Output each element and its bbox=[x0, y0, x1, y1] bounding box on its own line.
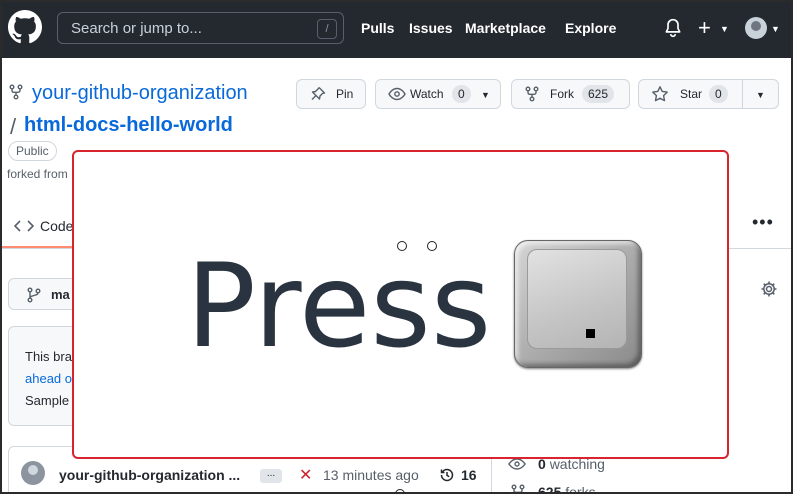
code-icon bbox=[14, 220, 34, 232]
branch-icon bbox=[27, 287, 41, 303]
watch-caret-icon: ▼ bbox=[481, 90, 490, 100]
repo-forked-icon bbox=[9, 84, 23, 100]
pin-label: Pin bbox=[336, 87, 354, 101]
tab-code[interactable]: Code bbox=[40, 218, 73, 234]
history-icon bbox=[440, 468, 454, 482]
commit-message-expand-button[interactable]: ... bbox=[260, 469, 282, 483]
notifications-bell-icon[interactable] bbox=[664, 18, 682, 38]
user-avatar[interactable] bbox=[745, 17, 767, 39]
watch-label: Watch bbox=[410, 87, 444, 101]
press-text: Press bbox=[186, 239, 492, 374]
repo-path-separator: / bbox=[10, 114, 17, 139]
commit-author-avatar[interactable] bbox=[21, 461, 45, 485]
indicator-circle bbox=[427, 241, 437, 251]
create-caret-icon[interactable]: ▼ bbox=[720, 24, 729, 34]
fork-counter: 625 bbox=[582, 85, 615, 103]
check-failed-icon[interactable]: ✕ bbox=[299, 465, 312, 485]
pin-button[interactable]: Pin bbox=[296, 79, 366, 109]
nav-explore[interactable]: Explore bbox=[565, 20, 616, 36]
period-key-glyph bbox=[586, 329, 595, 338]
more-tabs-icon[interactable]: ••• bbox=[752, 212, 774, 233]
search-input[interactable]: Search or jump to... / bbox=[57, 12, 344, 44]
top-header: Search or jump to... / Pulls Issues Mark… bbox=[2, 2, 791, 58]
user-menu-caret-icon[interactable]: ▼ bbox=[771, 24, 780, 34]
create-new-plus-icon[interactable]: + bbox=[698, 14, 711, 42]
visibility-badge: Public bbox=[8, 141, 57, 161]
browser-frame: Search or jump to... / Pulls Issues Mark… bbox=[0, 0, 793, 494]
forks-stat[interactable]: 625 forks bbox=[538, 484, 596, 494]
watch-button[interactable]: Watch 0 ▼ bbox=[375, 79, 501, 109]
star-label: Star bbox=[680, 87, 703, 101]
repo-owner-link[interactable]: your-github-organization bbox=[32, 82, 248, 105]
indicator-circle bbox=[397, 241, 407, 251]
commit-author[interactable]: your-github-organization ... bbox=[59, 467, 240, 483]
star-button[interactable]: Star 0 ▼ bbox=[638, 79, 779, 109]
keypress-overlay: Press bbox=[72, 150, 729, 459]
search-placeholder: Search or jump to... bbox=[71, 20, 202, 37]
fork-icon bbox=[525, 86, 539, 102]
commit-time[interactable]: 13 minutes ago bbox=[323, 467, 419, 483]
cursor-indicator bbox=[395, 489, 405, 492]
watching-eye-icon bbox=[508, 458, 526, 470]
star-divider bbox=[742, 80, 743, 108]
forks-count: 625 bbox=[538, 484, 562, 494]
forks-label: forks bbox=[565, 484, 596, 494]
branch-select-button[interactable]: ma bbox=[8, 278, 78, 310]
nav-pulls[interactable]: Pulls bbox=[361, 20, 394, 36]
watch-counter: 0 bbox=[452, 85, 471, 103]
key-face bbox=[527, 249, 627, 349]
github-logo-icon[interactable] bbox=[8, 10, 42, 44]
branch-name: ma bbox=[51, 287, 70, 302]
fork-label: Fork bbox=[550, 87, 574, 101]
fork-button[interactable]: Fork 625 bbox=[511, 79, 630, 109]
forks-icon bbox=[511, 484, 525, 492]
ahead-link[interactable]: ahead o bbox=[25, 371, 72, 386]
nav-issues[interactable]: Issues bbox=[409, 20, 453, 36]
commit-count[interactable]: 16 bbox=[461, 467, 477, 483]
description-line: Sample bbox=[25, 393, 70, 408]
branch-status-line: This bra bbox=[25, 349, 72, 364]
star-icon bbox=[652, 86, 668, 102]
settings-gear-icon[interactable] bbox=[760, 280, 778, 298]
forked-from-text: forked from bbox=[7, 167, 68, 181]
eye-icon bbox=[388, 87, 406, 101]
nav-marketplace[interactable]: Marketplace bbox=[465, 20, 546, 36]
branch-status-box: This bra ahead o Sample bbox=[8, 326, 78, 426]
keyboard-key-icon bbox=[514, 240, 642, 368]
repo-name-link[interactable]: html-docs-hello-world bbox=[24, 114, 233, 137]
search-shortcut-key: / bbox=[317, 19, 337, 39]
star-counter: 0 bbox=[709, 85, 728, 103]
pin-icon bbox=[311, 87, 326, 100]
star-list-caret-icon[interactable]: ▼ bbox=[756, 90, 765, 100]
